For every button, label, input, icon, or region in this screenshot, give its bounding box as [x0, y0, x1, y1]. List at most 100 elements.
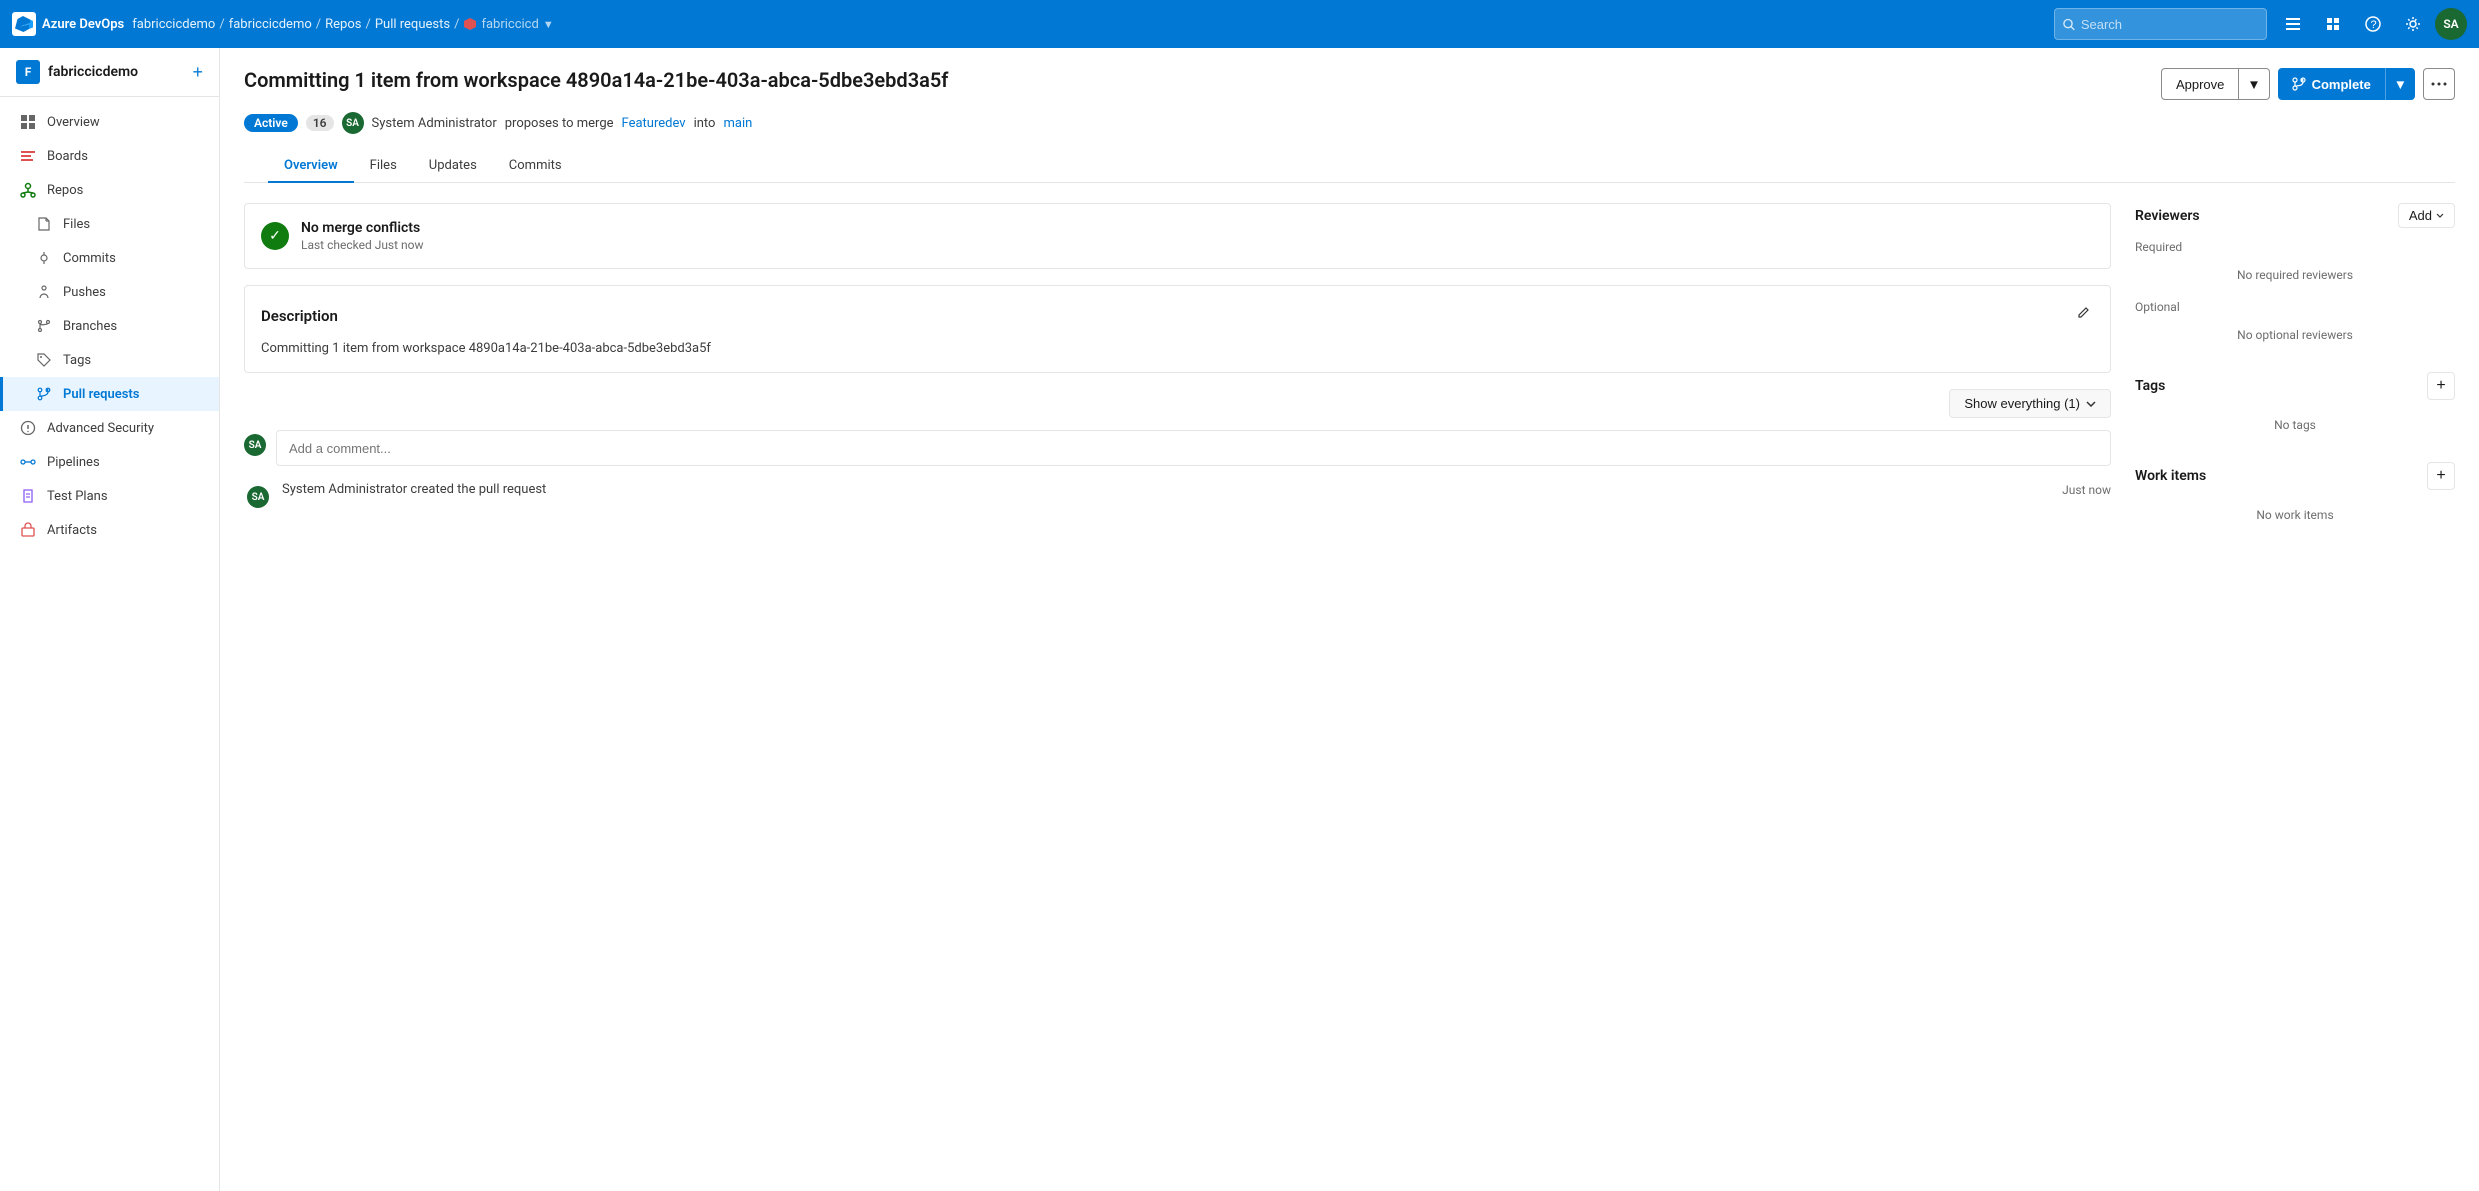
sidebar-label-test-plans: Test Plans [47, 489, 108, 504]
sidebar-item-branches[interactable]: Branches [0, 309, 219, 343]
tab-updates[interactable]: Updates [413, 150, 493, 183]
test-plans-icon [19, 487, 37, 505]
sidebar-add-button[interactable]: + [192, 63, 203, 81]
pr-tabs: Overview Files Updates Commits [244, 150, 2455, 183]
show-everything-button[interactable]: Show everything (1) [1949, 389, 2111, 418]
activity-feed: SA System Administrator created the pull… [244, 482, 2111, 508]
nav-list-icon[interactable] [2275, 6, 2311, 42]
pr-header: Committing 1 item from workspace 4890a14… [220, 48, 2479, 183]
pr-body: ✓ No merge conflicts Last checked Just n… [220, 183, 2479, 572]
more-options-button[interactable] [2423, 68, 2455, 100]
add-reviewer-dropdown-icon [2436, 213, 2444, 218]
complete-button-group: Complete ▼ [2278, 68, 2415, 100]
breadcrumb-repos[interactable]: Repos [325, 17, 361, 32]
pr-main: ✓ No merge conflicts Last checked Just n… [244, 203, 2135, 552]
activity-content: System Administrator created the pull re… [282, 482, 2111, 497]
sidebar-label-pushes: Pushes [63, 285, 106, 300]
repo-name: fabriccicd [481, 17, 538, 32]
right-panel: Reviewers Add Required No required revie… [2135, 203, 2455, 552]
no-work-items: No work items [2135, 502, 2455, 528]
search-icon [2063, 18, 2075, 31]
target-branch-link[interactable]: main [723, 116, 752, 131]
no-required-reviewers: No required reviewers [2135, 262, 2455, 288]
required-label: Required [2135, 240, 2455, 254]
breadcrumb-org[interactable]: fabriccicdemo [132, 17, 215, 32]
pipelines-icon [19, 453, 37, 471]
sidebar-item-pull-requests[interactable]: Pull requests [0, 377, 219, 411]
nav-settings-icon[interactable] [2395, 6, 2431, 42]
description-card: Description Committing 1 item from works… [244, 285, 2111, 373]
overview-icon [19, 113, 37, 131]
comment-input[interactable] [276, 430, 2111, 466]
breadcrumb-project[interactable]: fabriccicdemo [229, 17, 312, 32]
sidebar-item-files[interactable]: Files [0, 207, 219, 241]
activity-text: System Administrator created the pull re… [282, 482, 546, 497]
sidebar-item-repos[interactable]: Repos [0, 173, 219, 207]
sidebar-item-pushes[interactable]: Pushes [0, 275, 219, 309]
more-dots-icon [2431, 82, 2447, 86]
edit-description-button[interactable] [2072, 302, 2094, 329]
tags-header: Tags + [2135, 372, 2455, 400]
tags-title: Tags [2135, 378, 2165, 394]
sidebar-nav: Overview Boards Repos Files [0, 97, 219, 555]
add-reviewer-button[interactable]: Add [2398, 203, 2455, 228]
source-branch-link[interactable]: Featuredev [622, 116, 686, 131]
sidebar-item-tags[interactable]: Tags [0, 343, 219, 377]
approve-dropdown-button[interactable]: ▼ [2239, 68, 2269, 100]
breadcrumb-prs[interactable]: Pull requests [375, 17, 450, 32]
sidebar-label-tags: Tags [63, 353, 91, 368]
no-optional-reviewers: No optional reviewers [2135, 322, 2455, 348]
search-box[interactable] [2054, 8, 2267, 40]
activity-row: System Administrator created the pull re… [282, 482, 2111, 497]
sidebar-item-artifacts[interactable]: Artifacts [0, 513, 219, 547]
complete-label: Complete [2312, 77, 2371, 92]
pr-actions: Approve ▼ Complete ▼ [2161, 68, 2455, 100]
nav-store-icon[interactable] [2315, 6, 2351, 42]
reviewers-title: Reviewers [2135, 208, 2200, 224]
sidebar-item-overview[interactable]: Overview [0, 105, 219, 139]
comment-area: SA [244, 430, 2111, 466]
status-badge: Active [244, 114, 298, 132]
chevron-down-icon [2086, 401, 2096, 407]
add-work-item-button[interactable]: + [2427, 462, 2455, 490]
no-conflicts-content: ✓ No merge conflicts Last checked Just n… [261, 220, 2094, 252]
repo-badge[interactable]: fabriccicd ▼ [463, 17, 553, 32]
files-icon [35, 215, 53, 233]
sidebar-label-advanced-security: Advanced Security [47, 421, 154, 436]
sidebar-item-advanced-security[interactable]: Advanced Security [0, 411, 219, 445]
activity-time: Just now [2062, 483, 2111, 497]
sidebar-item-test-plans[interactable]: Test Plans [0, 479, 219, 513]
into-text: into [694, 116, 716, 131]
tab-commits[interactable]: Commits [493, 150, 578, 183]
commits-icon [35, 249, 53, 267]
sidebar-item-boards[interactable]: Boards [0, 139, 219, 173]
advanced-security-icon [19, 419, 37, 437]
pushes-icon [35, 283, 53, 301]
show-everything-label: Show everything (1) [1964, 396, 2080, 411]
no-tags: No tags [2135, 412, 2455, 438]
pr-meta: Active 16 SA System Administrator propos… [244, 112, 2455, 134]
top-nav: Azure DevOps fabriccicdemo / fabriccicde… [0, 0, 2479, 48]
sidebar-label-artifacts: Artifacts [47, 523, 97, 538]
complete-dropdown-button[interactable]: ▼ [2385, 68, 2415, 100]
tab-files[interactable]: Files [354, 150, 413, 183]
no-conflicts-title: No merge conflicts [301, 220, 424, 236]
sidebar-header: F fabriccicdemo + [0, 48, 219, 97]
project-name: fabriccicdemo [48, 64, 138, 80]
sidebar: F fabriccicdemo + Overview Boards [0, 48, 220, 1191]
repos-icon [19, 181, 37, 199]
add-tag-button[interactable]: + [2427, 372, 2455, 400]
complete-button[interactable]: Complete [2278, 68, 2385, 100]
user-avatar[interactable]: SA [2435, 8, 2467, 40]
nav-actions: ? SA [2275, 6, 2467, 42]
brand[interactable]: Azure DevOps [12, 12, 124, 36]
sidebar-item-commits[interactable]: Commits [0, 241, 219, 275]
app-body: F fabriccicdemo + Overview Boards [0, 48, 2479, 1191]
tab-overview[interactable]: Overview [268, 150, 354, 183]
nav-help-icon[interactable]: ? [2355, 6, 2391, 42]
sidebar-item-pipelines[interactable]: Pipelines [0, 445, 219, 479]
search-input[interactable] [2081, 17, 2258, 32]
pr-title: Committing 1 item from workspace 4890a14… [244, 68, 2161, 92]
approve-button[interactable]: Approve [2161, 68, 2239, 100]
author-avatar: SA [342, 112, 364, 134]
